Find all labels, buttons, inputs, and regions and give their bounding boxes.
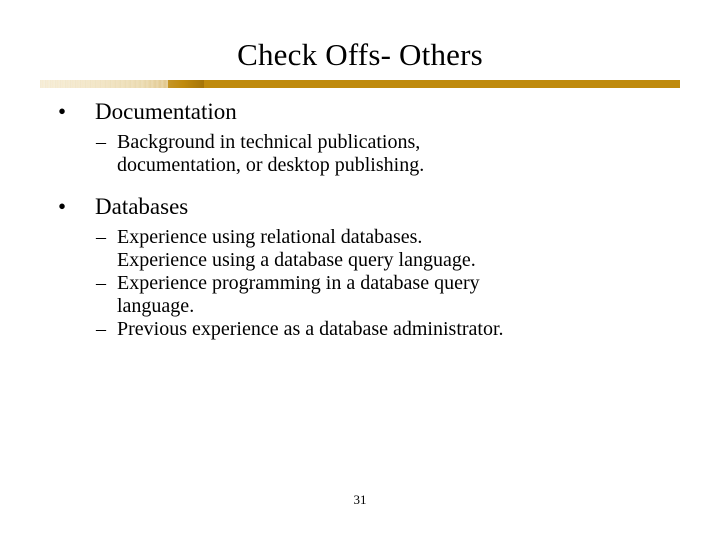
bullet-heading-label: Databases xyxy=(95,194,189,219)
sub-bullet-line: Previous experience as a database admini… xyxy=(117,318,504,340)
sub-bullet-line: Background in technical publications, xyxy=(117,131,421,153)
dash-bullet-icon: – xyxy=(96,318,106,340)
bullet-heading-databases: • Databases xyxy=(0,191,720,222)
sub-bullet-text: Background in technical publications, do… xyxy=(117,131,680,177)
page-number: 31 xyxy=(353,492,367,507)
bullet-dot-icon: • xyxy=(58,194,67,219)
sub-bullet-line: Experience using a database query langua… xyxy=(117,249,476,271)
bullet-group-documentation: • Documentation – Background in technica… xyxy=(0,96,720,177)
dash-bullet-icon: – xyxy=(96,131,106,153)
bullet-heading-label: Documentation xyxy=(95,99,237,124)
title-divider-bar xyxy=(40,80,680,88)
sub-bullet-text: Previous experience as a database admini… xyxy=(117,318,680,341)
sub-bullet-item: – Experience programming in a database q… xyxy=(0,272,720,318)
bullet-heading-documentation: • Documentation xyxy=(0,96,720,127)
sub-bullet-text: Experience programming in a database que… xyxy=(117,272,680,318)
bullet-dot-icon: • xyxy=(58,99,67,124)
sub-bullet-list-databases: – Experience using relational databases.… xyxy=(0,226,720,341)
sub-bullet-item: – Experience using relational databases.… xyxy=(0,226,720,272)
sub-bullet-text: Experience using relational databases. E… xyxy=(117,226,680,272)
divider-textured-segment xyxy=(40,80,168,88)
sub-bullet-list-documentation: – Background in technical publications, … xyxy=(0,131,720,177)
slide-content: • Documentation – Background in technica… xyxy=(0,96,720,341)
sub-bullet-line: Experience using relational databases. xyxy=(117,226,423,248)
page-title: Check Offs- Others xyxy=(237,37,483,72)
sub-bullet-line: documentation, or desktop publishing. xyxy=(117,154,425,176)
bullet-group-databases: • Databases – Experience using relationa… xyxy=(0,191,720,341)
sub-bullet-item: – Previous experience as a database admi… xyxy=(0,318,720,341)
dash-bullet-icon: – xyxy=(96,272,106,294)
sub-bullet-line: Experience programming in a database que… xyxy=(117,272,480,294)
sub-bullet-line: language. xyxy=(117,295,195,317)
slide: Check Offs- Others • Documentation – Bac… xyxy=(0,0,720,540)
sub-bullet-item: – Background in technical publications, … xyxy=(0,131,720,177)
dash-bullet-icon: – xyxy=(96,226,106,248)
